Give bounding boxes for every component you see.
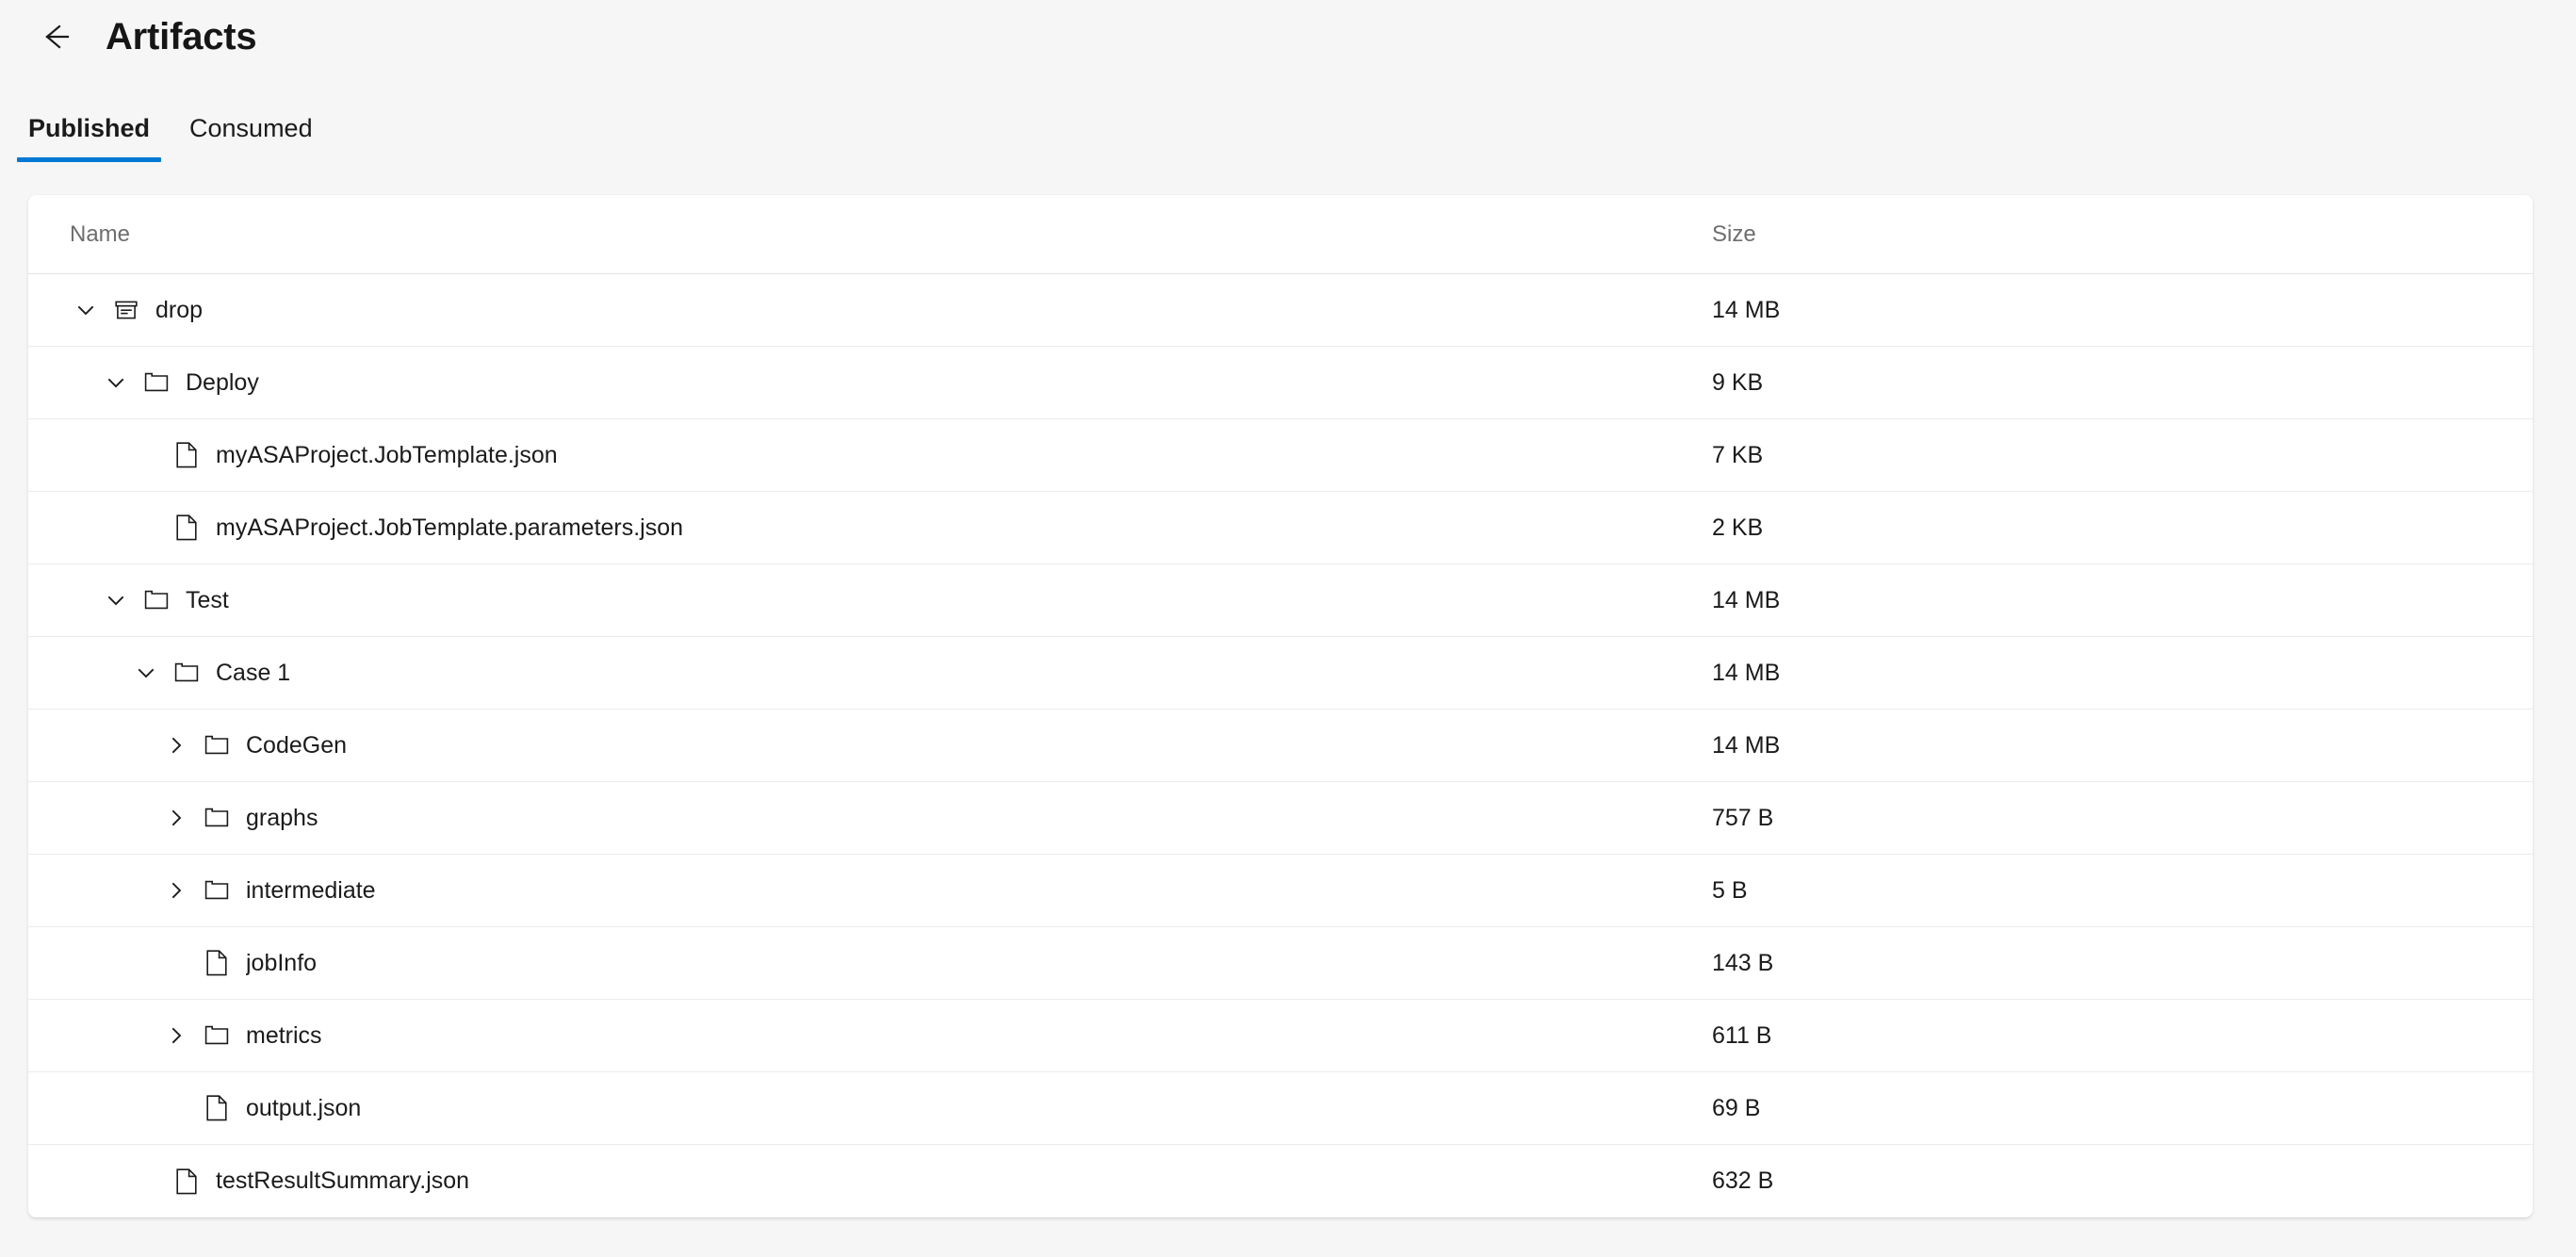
file-icon: [203, 1092, 231, 1124]
file-icon: [172, 439, 201, 471]
item-label: output.json: [246, 1096, 362, 1120]
chevron-right-icon[interactable]: [160, 802, 192, 834]
folder-icon: [203, 729, 231, 761]
item-label: Case 1: [216, 661, 291, 685]
cell-name: intermediate: [28, 874, 1684, 906]
chevron-right-icon[interactable]: [160, 1020, 192, 1052]
cell-size: 143 B: [1712, 949, 1774, 976]
cell-size: 7 KB: [1712, 441, 1764, 468]
item-label: Test: [186, 588, 229, 612]
arrow-left-icon: [35, 16, 76, 57]
tab-consumed[interactable]: Consumed: [178, 116, 324, 162]
tab-published-label: Published: [28, 114, 151, 142]
back-button[interactable]: [26, 8, 85, 66]
cell-size: 2 KB: [1712, 514, 1764, 541]
item-label: myASAProject.JobTemplate.json: [216, 443, 558, 467]
table-row[interactable]: Deploy 9 KB: [28, 347, 2533, 419]
chevron-down-icon[interactable]: [100, 584, 132, 616]
artifacts-table: Name Size drop 14 MB Deploy 9 KB myASAProjec…: [28, 195, 2533, 1217]
table-header-row: Name Size: [28, 195, 2533, 274]
item-label: Deploy: [186, 370, 259, 395]
chevron-down-icon[interactable]: [70, 294, 102, 326]
item-label: metrics: [246, 1023, 322, 1048]
cell-name: jobInfo: [28, 947, 1684, 979]
table-row[interactable]: Test 14 MB: [28, 564, 2533, 637]
cell-size: 5 B: [1712, 876, 1748, 904]
tab-consumed-label: Consumed: [189, 114, 313, 142]
artifacts-table-card: Name Size drop 14 MB Deploy 9 KB myASAProjec…: [28, 195, 2533, 1217]
table-row[interactable]: myASAProject.JobTemplate.parameters.json…: [28, 492, 2533, 564]
cell-size: 14 MB: [1712, 586, 1781, 613]
cell-name: Case 1: [28, 657, 1684, 689]
chevron-right-icon[interactable]: [160, 874, 192, 906]
item-label: myASAProject.JobTemplate.parameters.json: [216, 515, 684, 540]
folder-icon: [142, 367, 171, 399]
file-icon: [172, 1166, 201, 1198]
cell-size: 611 B: [1712, 1021, 1772, 1049]
item-label: intermediate: [246, 878, 376, 903]
file-icon: [203, 947, 231, 979]
cell-name: myASAProject.JobTemplate.parameters.json: [28, 512, 1684, 544]
table-row[interactable]: myASAProject.JobTemplate.json 7 KB: [28, 419, 2533, 492]
cell-name: metrics: [28, 1020, 1684, 1052]
column-header-name: Name: [70, 220, 131, 247]
tree-expander-spacer: [130, 439, 162, 471]
cell-size: 14 MB: [1712, 296, 1781, 323]
cell-size: 632 B: [1712, 1167, 1774, 1194]
tree-expander-spacer: [160, 947, 192, 979]
chevron-down-icon[interactable]: [130, 657, 162, 689]
tab-published[interactable]: Published: [17, 114, 162, 162]
archive-box-icon: [112, 294, 140, 326]
table-row[interactable]: graphs 757 B: [28, 782, 2533, 855]
cell-name: Test: [28, 584, 1684, 616]
tree-expander-spacer: [130, 1166, 162, 1198]
table-row[interactable]: Case 1 14 MB: [28, 637, 2533, 710]
cell-size: 757 B: [1712, 804, 1774, 831]
cell-size: 69 B: [1712, 1094, 1761, 1121]
page-title: Artifacts: [106, 16, 257, 57]
cell-size: 14 MB: [1712, 659, 1781, 686]
folder-icon: [172, 657, 201, 689]
chevron-down-icon[interactable]: [100, 367, 132, 399]
table-row[interactable]: metrics 611 B: [28, 1000, 2533, 1072]
cell-name: CodeGen: [28, 729, 1684, 761]
tree-expander-spacer: [130, 512, 162, 544]
table-row[interactable]: drop 14 MB: [28, 274, 2533, 347]
item-label: CodeGen: [246, 733, 348, 758]
table-row[interactable]: jobInfo 143 B: [28, 927, 2533, 1000]
table-row[interactable]: CodeGen 14 MB: [28, 710, 2533, 782]
column-header-size: Size: [1712, 220, 1756, 247]
cell-name: drop: [28, 294, 1684, 326]
table-row[interactable]: testResultSummary.json 632 B: [28, 1145, 2533, 1217]
item-label: graphs: [246, 806, 318, 830]
item-label: testResultSummary.json: [216, 1169, 470, 1193]
chevron-right-icon[interactable]: [160, 729, 192, 761]
file-icon: [172, 512, 201, 544]
item-label: drop: [155, 298, 204, 322]
cell-name: graphs: [28, 802, 1684, 834]
tree-expander-spacer: [160, 1092, 192, 1124]
tab-selected-indicator: [17, 157, 162, 162]
table-row[interactable]: intermediate 5 B: [28, 855, 2533, 927]
folder-icon: [142, 584, 171, 616]
folder-icon: [203, 1020, 231, 1052]
cell-size: 14 MB: [1712, 731, 1781, 759]
cell-size: 9 KB: [1712, 368, 1764, 396]
item-label: jobInfo: [246, 951, 318, 975]
folder-icon: [203, 802, 231, 834]
tab-list: Published Consumed: [0, 92, 324, 162]
page-header: Artifacts: [0, 0, 2576, 73]
table-row[interactable]: output.json 69 B: [28, 1072, 2533, 1145]
table-body: drop 14 MB Deploy 9 KB myASAProject.JobTempl…: [28, 274, 2533, 1217]
cell-name: output.json: [28, 1092, 1684, 1124]
cell-name: Deploy: [28, 367, 1684, 399]
cell-name: myASAProject.JobTemplate.json: [28, 439, 1684, 471]
folder-icon: [203, 874, 231, 906]
cell-name: testResultSummary.json: [28, 1166, 1684, 1198]
